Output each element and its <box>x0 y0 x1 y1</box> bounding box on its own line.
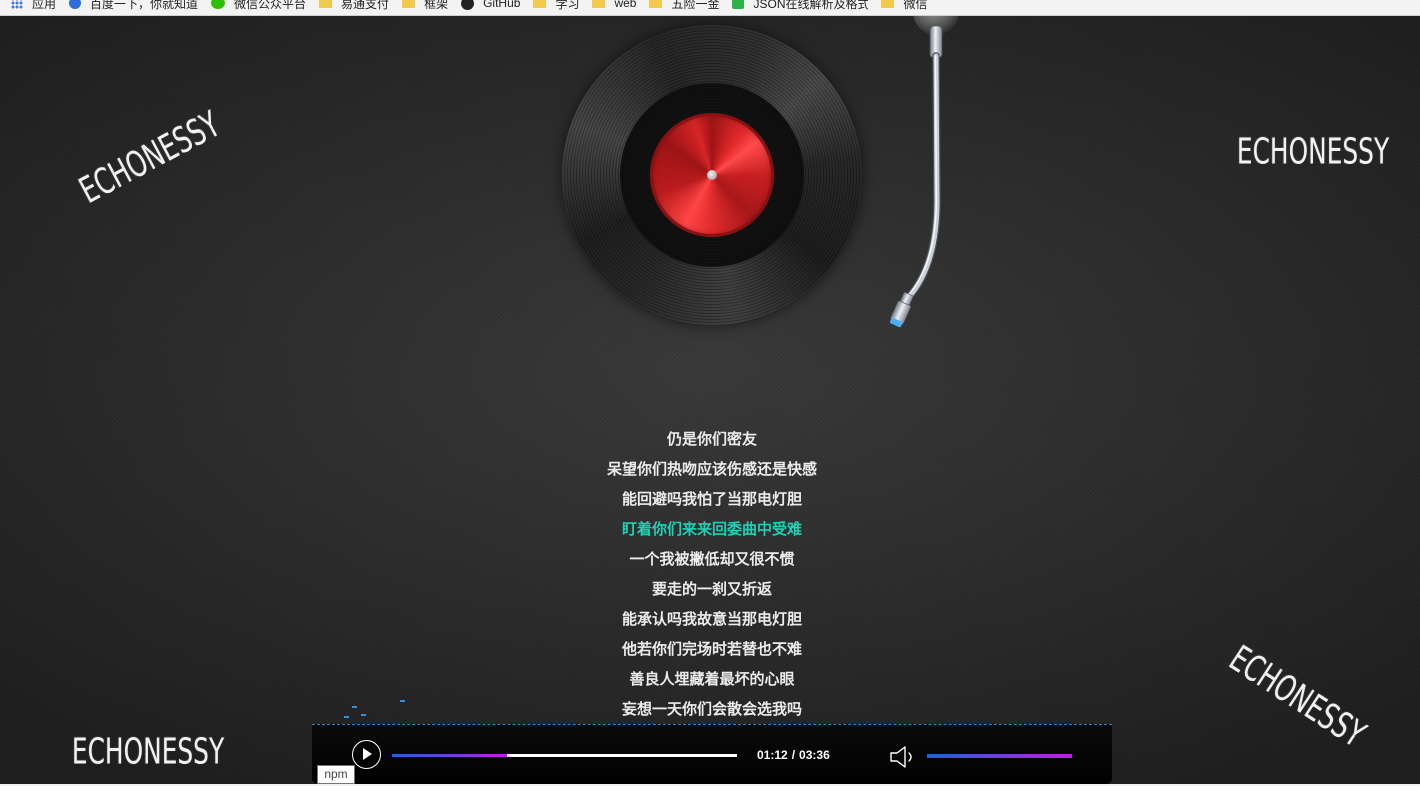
brand-text-bottom-left: ECHONESSY <box>71 731 225 773</box>
folder-icon <box>881 0 895 8</box>
bookmark-label: 应用 <box>32 0 57 11</box>
progress-bar[interactable] <box>392 754 737 757</box>
bookmark-label: 框架 <box>424 0 449 11</box>
tonearm-tube-outline <box>904 52 941 302</box>
bookmark-label: JSON在线解析及格式 <box>753 0 869 11</box>
current-time: 01:12 <box>757 748 788 762</box>
visualizer-bar <box>352 706 357 708</box>
bookmark-label: 百度一下，你就知道 <box>90 0 199 11</box>
folder-icon <box>533 0 547 8</box>
play-button[interactable] <box>352 740 381 769</box>
vinyl-spindle <box>707 170 717 180</box>
apps-grid-icon <box>11 0 23 9</box>
tonearm-head <box>889 291 914 328</box>
lyric-line: 善良人埋藏着最坏的心眼 <box>629 671 795 688</box>
bookmark-apps[interactable]: 应用 <box>11 0 56 12</box>
bookmark-label: GitHub <box>483 0 521 10</box>
lyric-line: 他若你们完场时若替也不难 <box>621 641 802 658</box>
brand-text-top-left: ECHONESSY <box>73 104 227 212</box>
volume-fill <box>927 754 1072 758</box>
bookmark-label: 五险一金 <box>671 0 720 11</box>
brand-text-bottom-right: ECHONESSY <box>1221 638 1373 756</box>
lyric-line: 仍是你们密友 <box>666 431 757 448</box>
bookmark-folder-wechat[interactable]: 微信 <box>881 0 928 12</box>
bookmark-folder-study[interactable]: 学习 <box>533 0 579 12</box>
time-display: 01:12/03:36 <box>757 748 830 762</box>
bookmark-label: 微信 <box>903 0 928 11</box>
lyric-line: 妄想一天你们会散会选我吗 <box>621 701 802 718</box>
lyric-line: 呆望你们热吻应该伤感还是快感 <box>606 461 817 478</box>
bookmark-label: 微信公众平台 <box>234 0 307 11</box>
lyric-line: 能承认吗我故意当那电灯胆 <box>621 611 802 628</box>
bookmark-baidu[interactable]: 百度一下，你就知道 <box>69 0 198 12</box>
tonearm <box>889 16 959 328</box>
bookmarks-bar: 应用 百度一下，你就知道 微信公众平台 易通支付 框架 GitHub 学习 we… <box>0 0 1420 16</box>
player-stage: ECHONESSY ECHONESSY ECHONESSY ECHONESSY <box>0 16 1420 784</box>
visualizer-bar <box>400 700 405 702</box>
bookmark-label: 易通支付 <box>341 0 390 11</box>
json-icon <box>732 0 745 9</box>
bookmark-label: 学习 <box>555 0 580 11</box>
folder-icon <box>649 0 663 8</box>
speaker-icon[interactable] <box>889 745 917 769</box>
bookmark-json-tool[interactable]: JSON在线解析及格式 <box>732 0 868 12</box>
bookmark-github[interactable]: GitHub <box>461 0 520 10</box>
lyric-line: 盯着你们来来回委曲中受难 <box>621 521 802 538</box>
total-time: 03:36 <box>799 748 830 762</box>
lyric-line: 一个我被撇低却又很不惯 <box>629 551 795 568</box>
tooltip: npm <box>317 765 355 784</box>
bookmark-label: web <box>614 0 637 10</box>
baidu-paw-icon <box>69 0 82 9</box>
play-icon <box>363 748 372 760</box>
bookmark-folder-insurance[interactable]: 五险一金 <box>649 0 719 12</box>
folder-icon <box>319 0 333 8</box>
bookmark-folder-web[interactable]: web <box>592 0 636 10</box>
wechat-icon <box>211 0 226 9</box>
lyrics-panel: 仍是你们密友 呆望你们热吻应该伤感还是快感 能回避吗我怕了当那电灯胆 盯着你们来… <box>462 425 962 718</box>
player-control-bar: 01:12/03:36 <box>312 724 1112 784</box>
github-icon <box>461 0 475 10</box>
progress-fill <box>392 754 507 757</box>
bookmark-wechat-platform[interactable]: 微信公众平台 <box>211 0 306 12</box>
time-separator: / <box>791 748 796 762</box>
brand-text-top-right: ECHONESSY <box>1236 131 1390 173</box>
folder-icon <box>402 0 416 8</box>
volume-slider[interactable] <box>927 754 1072 758</box>
bookmark-folder-payment[interactable]: 易通支付 <box>319 0 389 12</box>
music-player-page: 应用 百度一下，你就知道 微信公众平台 易通支付 框架 GitHub 学习 we… <box>0 0 1420 786</box>
lyric-line: 要走的一刹又折返 <box>651 581 772 598</box>
lyric-line: 能回避吗我怕了当那电灯胆 <box>621 491 802 508</box>
visualizer-bar <box>361 714 366 716</box>
vinyl-record <box>562 25 862 325</box>
visualizer-bar <box>344 716 349 718</box>
folder-icon <box>592 0 606 8</box>
bookmark-folder-frameworks[interactable]: 框架 <box>402 0 448 12</box>
